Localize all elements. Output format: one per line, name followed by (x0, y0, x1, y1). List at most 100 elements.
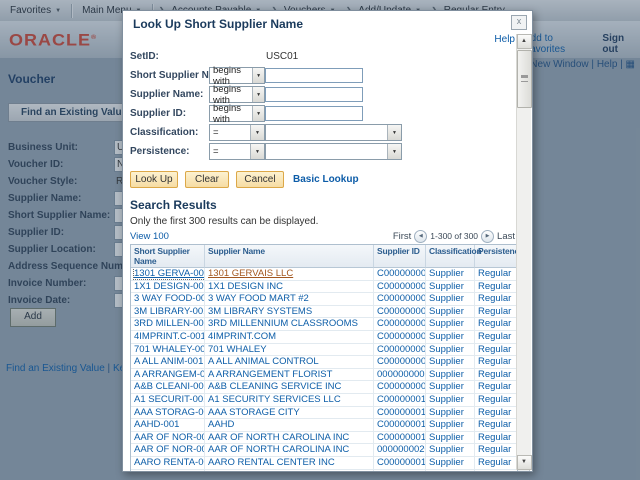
supplier-id-cell[interactable]: C000000004 (377, 306, 426, 317)
criteria-input[interactable] (265, 87, 363, 102)
short-supplier-name-link[interactable]: 701 WHALEY-001 (134, 344, 205, 355)
persistence-cell[interactable]: Regular (478, 369, 511, 380)
supplier-id-cell[interactable]: C000000007 (377, 344, 426, 355)
pagination-first[interactable]: First (393, 231, 411, 242)
supplier-id-cell[interactable]: 0000000018 (377, 470, 426, 473)
supplier-id-cell[interactable]: C000000010 (377, 394, 426, 405)
supplier-name-link[interactable]: AARO RENTAL CENTER INC (208, 457, 335, 468)
supplier-id-cell[interactable]: 0000000020 (377, 444, 426, 455)
supplier-name-link[interactable]: AAR OF NORTH CAROLINA INC (208, 444, 349, 455)
short-supplier-name-link[interactable]: A&B CLEANI-001 (134, 381, 205, 392)
supplier-name-link[interactable]: 1X1 DESIGN INC (208, 281, 283, 292)
supplier-id-cell[interactable]: C000000002 (377, 281, 426, 292)
short-supplier-name-link[interactable]: AARO RENTA-001 (134, 457, 205, 468)
criteria-input[interactable] (265, 106, 363, 121)
close-icon[interactable]: x (511, 15, 527, 30)
supplier-id-cell[interactable]: C000000011 (377, 407, 426, 418)
operator-select[interactable]: = ▼ (209, 143, 265, 160)
short-supplier-name-link[interactable]: 3M LIBRARY-001 (134, 306, 205, 317)
supplier-id-cell[interactable]: C000000012 (377, 419, 426, 430)
persistence-cell[interactable]: Regular (478, 394, 511, 405)
classification-cell[interactable]: Supplier (429, 356, 464, 367)
classification-cell[interactable]: Supplier (429, 381, 464, 392)
persistence-cell[interactable]: Regular (478, 281, 511, 292)
operator-select[interactable]: begins with ▼ (209, 86, 265, 103)
short-supplier-name-link[interactable]: AAR OF NOR-001 (134, 432, 205, 443)
classification-cell[interactable]: Supplier (429, 344, 464, 355)
previous-page-icon[interactable]: ◀ (414, 230, 427, 243)
view-100-link[interactable]: View 100 (130, 231, 169, 242)
supplier-id-cell[interactable]: C000000003 (377, 293, 426, 304)
classification-cell[interactable]: Supplier (429, 432, 464, 443)
supplier-id-cell[interactable]: C000000005 (377, 318, 426, 329)
criteria-value-select[interactable]: ▼ (265, 143, 402, 160)
look-up-button[interactable]: Look Up (130, 171, 178, 188)
short-supplier-name-link[interactable]: 3RD MILLEN-001 (134, 318, 205, 329)
short-supplier-name-link[interactable]: A ARRANGEM-001 (134, 369, 205, 380)
modal-help-link[interactable]: Help (494, 34, 515, 45)
classification-cell[interactable]: Supplier (429, 318, 464, 329)
supplier-id-cell[interactable]: 0000000008 (377, 369, 426, 380)
short-supplier-name-link[interactable]: AARO RENTA-003 (134, 470, 205, 473)
scroll-up-icon[interactable]: ▲ (517, 34, 532, 49)
supplier-name-link[interactable]: 701 WHALEY (208, 344, 267, 355)
basic-lookup-link[interactable]: Basic Lookup (293, 174, 359, 185)
persistence-cell[interactable]: Regular (478, 268, 511, 279)
short-supplier-name-link[interactable]: 1301 GERVA-001 (134, 268, 205, 279)
modal-scrollbar[interactable]: ▲ ▼ (516, 34, 531, 470)
persistence-cell[interactable]: Regular (478, 432, 511, 443)
operator-select[interactable]: begins with ▼ (209, 105, 265, 122)
supplier-id-cell[interactable]: C000000013 (377, 432, 426, 443)
criteria-input[interactable] (265, 68, 363, 83)
persistence-cell[interactable]: Regular (478, 293, 511, 304)
persistence-cell[interactable]: Regular (478, 344, 511, 355)
cancel-button[interactable]: Cancel (236, 171, 284, 188)
classification-cell[interactable]: Supplier (429, 306, 464, 317)
persistence-cell[interactable]: Regular (478, 331, 511, 342)
classification-cell[interactable]: Supplier (429, 281, 464, 292)
supplier-name-link[interactable]: A ALL ANIMAL CONTROL (208, 356, 319, 367)
short-supplier-name-link[interactable]: 3 WAY FOOD-001 (134, 293, 205, 304)
supplier-name-link[interactable]: A&B CLEANING SERVICE INC (208, 381, 341, 392)
classification-cell[interactable]: Supplier (429, 407, 464, 418)
supplier-name-link[interactable]: A1 SECURITY SERVICES LLC (208, 394, 341, 405)
classification-cell[interactable]: Supplier (429, 457, 464, 468)
clear-button[interactable]: Clear (185, 171, 229, 188)
supplier-id-cell[interactable]: C000000006 (377, 331, 426, 342)
supplier-name-link[interactable]: AAHD (208, 419, 234, 430)
classification-cell[interactable]: Supplier (429, 369, 464, 380)
supplier-name-link[interactable]: A ARRANGEMENT FLORIST (208, 369, 332, 380)
persistence-cell[interactable]: Regular (478, 457, 511, 468)
classification-cell[interactable]: Supplier (429, 470, 464, 473)
short-supplier-name-link[interactable]: A1 SECURIT-001 (134, 394, 205, 405)
classification-cell[interactable]: Supplier (429, 444, 464, 455)
persistence-cell[interactable]: Regular (478, 470, 511, 473)
short-supplier-name-link[interactable]: A ALL ANIM-001 (134, 356, 203, 367)
short-supplier-name-link[interactable]: 4IMPRINT.C-001 (134, 331, 205, 342)
short-supplier-name-link[interactable]: AAA STORAG-001 (134, 407, 205, 418)
operator-select[interactable]: begins with ▼ (209, 67, 265, 84)
classification-cell[interactable]: Supplier (429, 394, 464, 405)
supplier-name-link[interactable]: 3M LIBRARY SYSTEMS (208, 306, 312, 317)
scroll-down-icon[interactable]: ▼ (517, 455, 532, 470)
short-supplier-name-link[interactable]: AAHD-001 (134, 419, 179, 430)
persistence-cell[interactable]: Regular (478, 419, 511, 430)
classification-cell[interactable]: Supplier (429, 331, 464, 342)
persistence-cell[interactable]: Regular (478, 356, 511, 367)
supplier-name-link[interactable]: AAA STORAGE CITY (208, 407, 300, 418)
supplier-name-link[interactable]: AAR OF NORTH CAROLINA INC (208, 432, 349, 443)
supplier-name-link[interactable]: AARO RENTAL CENTER (208, 470, 316, 473)
supplier-id-cell[interactable]: C000000014 (377, 457, 426, 468)
supplier-id-cell[interactable]: C000000008 (377, 356, 426, 367)
criteria-value-select[interactable]: ▼ (265, 124, 402, 141)
modal-scrollbar-thumb[interactable] (517, 50, 532, 108)
short-supplier-name-link[interactable]: 1X1 DESIGN-001 (134, 281, 205, 292)
persistence-cell[interactable]: Regular (478, 306, 511, 317)
classification-cell[interactable]: Supplier (429, 268, 464, 279)
short-supplier-name-link[interactable]: AAR OF NOR-002 (134, 444, 205, 455)
supplier-name-link[interactable]: 4IMPRINT.COM (208, 331, 276, 342)
supplier-name-link[interactable]: 1301 GERVAIS LLC (208, 268, 293, 279)
supplier-name-link[interactable]: 3RD MILLENNIUM CLASSROOMS (208, 318, 358, 329)
pagination-last[interactable]: Last (497, 231, 515, 242)
classification-cell[interactable]: Supplier (429, 293, 464, 304)
